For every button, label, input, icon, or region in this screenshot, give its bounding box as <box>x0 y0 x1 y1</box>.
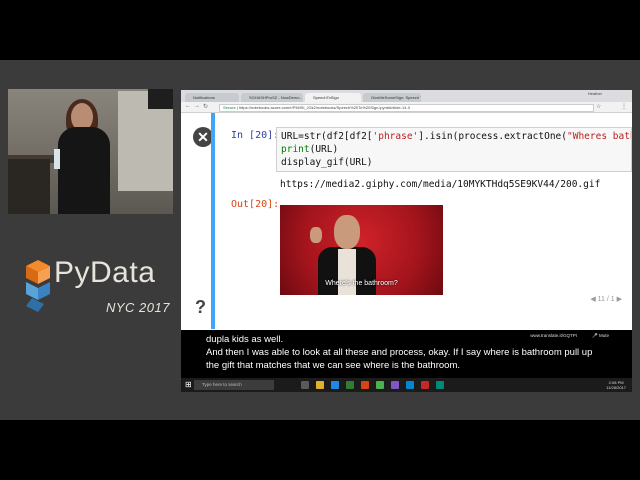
powerpoint-icon[interactable] <box>361 381 369 389</box>
reload-icon[interactable]: ↻ <box>203 103 208 110</box>
browser-tab-active[interactable]: SpeechToSign <box>305 93 361 102</box>
mute-button[interactable]: 🎤 Mute <box>592 333 609 339</box>
jupyter-notebook: ✕ In [20]: URL=str(df2[df2['phrase'].isi… <box>181 113 632 329</box>
windows-taskbar: ⊞ Type here to search 2:08 PM 11/28/2017 <box>181 378 632 392</box>
taskbar-search[interactable]: Type here to search <box>194 380 274 390</box>
address-bar: ← → ↻ Secure | https://notebooks.azure.c… <box>181 102 632 113</box>
browser-user[interactable]: Heather <box>588 91 602 96</box>
chrome-icon[interactable] <box>376 381 384 389</box>
excel-icon[interactable] <box>346 381 354 389</box>
next-slide-icon[interactable]: ▶ <box>617 296 622 303</box>
slide-pager[interactable]: ◀ 11 / 1 ▶ <box>590 295 622 303</box>
forward-icon[interactable]: → <box>194 103 200 109</box>
url-text: https://notebooks.azure.com/r/PM/lSl_JGk… <box>238 105 410 110</box>
translate-url[interactable]: www.translate.it/GQTPI <box>530 333 577 338</box>
browser-tab[interactable]: GiveMeSomeSign: Speech T <box>363 93 421 102</box>
logo-brand-text: PyData <box>54 256 156 289</box>
url-field[interactable]: Secure | https://notebooks.azure.com/r/P… <box>219 104 594 112</box>
secure-label: Secure <box>223 105 236 110</box>
taskbar-clock[interactable]: 2:08 PM 11/28/2017 <box>606 380 626 390</box>
app-icon[interactable] <box>436 381 444 389</box>
cube-logo-icon <box>26 260 50 312</box>
outlook-icon[interactable] <box>406 381 414 389</box>
speaker-video <box>8 89 173 214</box>
prev-slide-icon[interactable]: ◀ <box>590 296 595 303</box>
menu-icon[interactable]: ⋮ <box>621 103 627 110</box>
caption-text: dupla kids as well. And then I was able … <box>206 333 606 372</box>
pydata-logo: PyData NYC 2017 <box>24 256 174 330</box>
live-captions: dupla kids as well. And then I was able … <box>181 330 632 380</box>
app-icon[interactable] <box>391 381 399 389</box>
caption-line-main: And then I was able to look at all these… <box>206 347 593 371</box>
output-url: https://media2.giphy.com/media/10MYKTHdq… <box>280 179 601 190</box>
gif-caption: Where's the bathroom? <box>325 280 398 287</box>
windows-start-icon[interactable]: ⊞ <box>185 381 193 389</box>
browser-tab[interactable]: Notifications <box>185 93 239 102</box>
back-icon[interactable]: ← <box>185 103 191 109</box>
browser-tab[interactable]: SGHASHProSZ - NowDemo.. <box>241 93 303 102</box>
taskview-icon[interactable] <box>301 381 309 389</box>
close-icon[interactable]: ✕ <box>193 127 213 147</box>
input-prompt: In [20]: <box>231 130 280 141</box>
sign-language-gif: Where's the bathroom? <box>280 205 443 295</box>
star-icon[interactable]: ☆ <box>596 103 601 110</box>
edge-icon[interactable] <box>331 381 339 389</box>
logo-event-text: NYC 2017 <box>106 300 170 315</box>
explorer-icon[interactable] <box>316 381 324 389</box>
app-icon[interactable] <box>421 381 429 389</box>
output-prompt: Out[20]: <box>231 199 280 210</box>
browser-tab-bar: Notifications SGHASHProSZ - NowDemo.. Sp… <box>181 90 632 102</box>
code-cell[interactable]: URL=str(df2[df2['phrase'].isin(process.e… <box>276 127 632 172</box>
help-icon[interactable]: ? <box>195 297 206 318</box>
cell-selection-bar <box>211 113 215 329</box>
